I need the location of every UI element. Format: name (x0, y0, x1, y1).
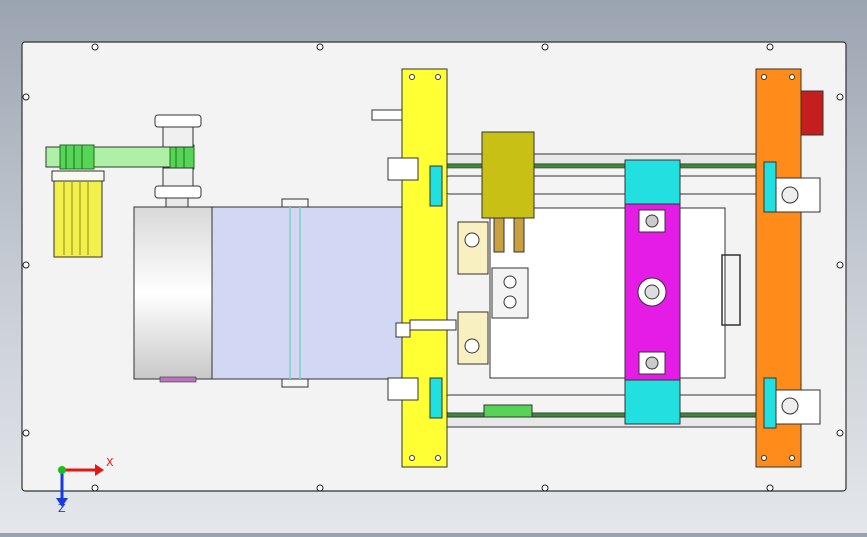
screw (541, 484, 549, 492)
screw (22, 429, 30, 437)
screw (541, 43, 549, 51)
cyan-carriage-top (624, 159, 681, 205)
screw (766, 484, 774, 492)
axis-x-label: X (106, 456, 114, 469)
timing-belt (45, 144, 195, 170)
screw (766, 43, 774, 51)
screw (836, 93, 844, 101)
screw (316, 43, 324, 51)
magenta-slider (624, 197, 681, 381)
screw (91, 43, 99, 51)
cyan-end-bottom (429, 377, 443, 419)
film-web (211, 198, 403, 388)
green-block (483, 404, 533, 418)
cyan-carriage-bottom (624, 379, 681, 425)
assembly-drawing: X Z (21, 41, 847, 515)
cad-viewport[interactable]: X Z (0, 0, 867, 533)
screw (91, 484, 99, 492)
screw (22, 261, 30, 269)
screw (316, 484, 324, 492)
screw (836, 429, 844, 437)
drive-motor (51, 170, 105, 258)
red-bracket (800, 90, 824, 136)
axis-z-label: Z (58, 502, 66, 515)
film-roll (133, 206, 213, 383)
cyan-end-top (429, 165, 443, 207)
centre-frame (489, 207, 741, 379)
screw (22, 93, 30, 101)
screw (836, 261, 844, 269)
